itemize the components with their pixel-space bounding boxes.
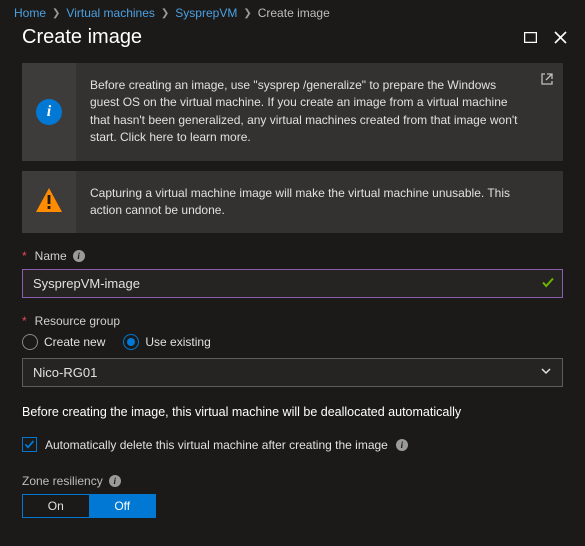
name-input[interactable]: [22, 269, 563, 298]
zone-toggle: On Off: [22, 494, 156, 518]
rg-use-existing-radio[interactable]: Use existing: [123, 334, 210, 350]
chevron-right-icon: ❯: [243, 8, 251, 19]
rg-select[interactable]: Nico-RG01: [22, 358, 563, 387]
close-button[interactable]: [549, 27, 571, 49]
check-icon: [541, 275, 555, 292]
page-title: Create image: [22, 26, 519, 49]
deallocate-note: Before creating the image, this virtual …: [22, 405, 563, 419]
info-alert[interactable]: i Before creating an image, use "sysprep…: [22, 63, 563, 161]
info-hint-icon[interactable]: i: [109, 475, 121, 487]
zone-off-button[interactable]: Off: [89, 494, 157, 518]
auto-delete-checkbox[interactable]: [22, 437, 37, 452]
info-icon: i: [36, 99, 62, 125]
breadcrumb-current: Create image: [258, 6, 330, 20]
rg-create-new-radio[interactable]: Create new: [22, 334, 105, 350]
zone-on-button[interactable]: On: [22, 494, 89, 518]
breadcrumb-sysprepvm[interactable]: SysprepVM: [175, 6, 237, 20]
info-hint-icon[interactable]: i: [396, 439, 408, 451]
rg-label: *Resource group: [22, 314, 563, 328]
chevron-right-icon: ❯: [52, 8, 60, 19]
chevron-down-icon: [540, 365, 552, 380]
breadcrumb-vms[interactable]: Virtual machines: [66, 6, 155, 20]
warning-icon: [35, 187, 63, 216]
breadcrumb: Home ❯ Virtual machines ❯ SysprepVM ❯ Cr…: [0, 0, 585, 22]
name-label: *Name i: [22, 249, 563, 263]
info-hint-icon[interactable]: i: [73, 250, 85, 262]
breadcrumb-home[interactable]: Home: [14, 6, 46, 20]
chevron-right-icon: ❯: [161, 8, 169, 19]
warning-alert-text: Capturing a virtual machine image will m…: [76, 171, 563, 234]
blade-header: Create image: [0, 22, 585, 63]
maximize-button[interactable]: [519, 27, 541, 49]
popout-icon[interactable]: [541, 73, 553, 88]
info-alert-text: Before creating an image, use "sysprep /…: [76, 63, 563, 161]
warning-alert: Capturing a virtual machine image will m…: [22, 171, 563, 234]
zone-label: Zone resiliency i: [22, 474, 563, 488]
auto-delete-label: Automatically delete this virtual machin…: [45, 438, 388, 452]
